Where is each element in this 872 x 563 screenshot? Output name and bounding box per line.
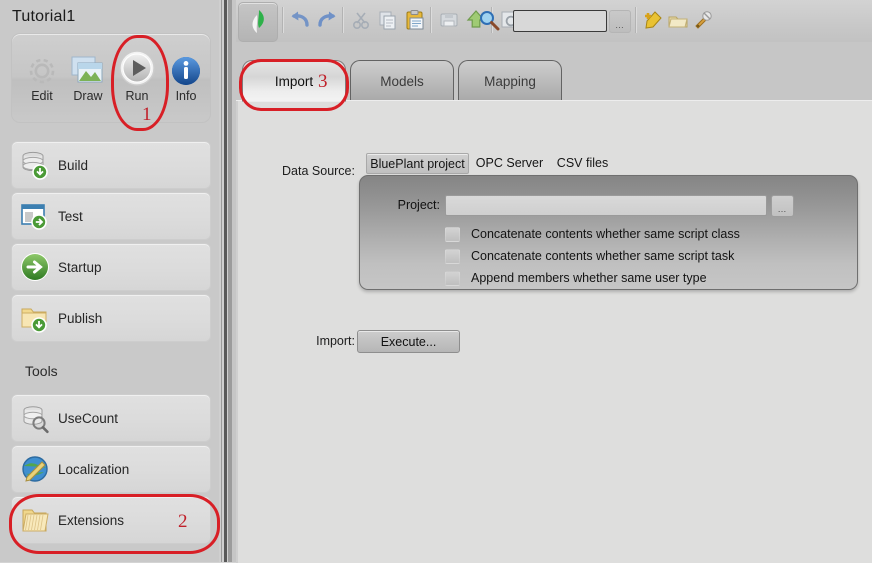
checkbox-append-members[interactable] — [445, 270, 460, 286]
database-search-icon — [12, 402, 58, 434]
app-window: Tutorial1 Edit Draw Run Info Build Test … — [0, 0, 872, 563]
annotation-number-2: 2 — [178, 511, 188, 532]
segment-label: CSV files — [556, 155, 609, 170]
annotation-number-3: 3 — [318, 71, 328, 92]
tab-label: Mapping — [484, 73, 536, 89]
search-input[interactable] — [513, 10, 607, 32]
checkbox-concat-script-task[interactable] — [445, 248, 460, 264]
main-area: … Models Mapping Import Data Source: Blu… — [236, 0, 872, 563]
tab-import[interactable]: Import — [242, 60, 346, 102]
more-options-button[interactable]: … — [609, 10, 631, 33]
sidebar-item-test[interactable]: Test — [11, 192, 211, 240]
data-source-label: Data Source: — [282, 164, 355, 178]
import-panel: Data Source: BluePlant project OPC Serve… — [236, 100, 872, 563]
sidebar-splitter[interactable] — [219, 0, 236, 562]
mode-button-edit[interactable]: Edit — [18, 40, 66, 116]
database-download-icon — [12, 149, 58, 181]
splitter-line — [221, 0, 222, 562]
sidebar-item-build[interactable]: Build — [11, 141, 211, 189]
redo-icon[interactable] — [315, 8, 339, 32]
import-label: Import: — [316, 334, 355, 348]
info-icon — [162, 40, 210, 88]
datasource-option-opcserver[interactable]: OPC Server — [471, 153, 548, 172]
tools-icon[interactable] — [691, 8, 715, 32]
execute-button[interactable]: Execute... — [357, 330, 460, 353]
project-title: Tutorial1 — [12, 8, 76, 25]
cut-icon — [349, 8, 373, 32]
checkbox-row[interactable]: Append members whether same user type — [445, 270, 707, 286]
sidebar-item-label: Localization — [58, 461, 130, 477]
copy-icon — [376, 8, 400, 32]
mode-panel: Edit Draw Run Info — [11, 33, 211, 123]
checkbox-concat-script-class[interactable] — [445, 226, 460, 242]
sidebar-item-label: UseCount — [58, 410, 119, 426]
segment-label: BluePlant project — [370, 156, 465, 171]
green-arrow-icon — [12, 251, 58, 283]
folder-download-icon — [12, 302, 58, 334]
sidebar-item-label: Publish — [58, 310, 103, 326]
annotation-number-1: 1 — [142, 104, 152, 125]
window-run-icon — [12, 200, 58, 232]
tab-label: Import — [274, 73, 314, 89]
sidebar-item-label: Extensions — [58, 512, 125, 528]
sidebar-item-localization[interactable]: Localization — [11, 445, 211, 493]
play-icon — [113, 40, 161, 88]
tab-mapping[interactable]: Mapping — [458, 60, 562, 101]
bluplant-logo-icon[interactable] — [238, 2, 278, 42]
search-icon[interactable] — [477, 8, 501, 32]
checkbox-label: Append members whether same user type — [471, 271, 707, 285]
checkbox-label: Concatenate contents whether same script… — [471, 249, 735, 263]
sidebar-item-usecount[interactable]: UseCount — [11, 394, 211, 442]
globe-pencil-icon — [12, 454, 58, 484]
tab-label: Models — [380, 73, 424, 89]
mode-label: Draw — [73, 89, 103, 103]
mode-button-info[interactable]: Info — [162, 40, 210, 116]
checkbox-label: Concatenate contents whether same script… — [471, 227, 740, 241]
datasource-option-csvfiles[interactable]: CSV files — [550, 153, 615, 172]
tab-models[interactable]: Models — [350, 60, 454, 101]
images-icon — [64, 40, 112, 88]
mode-button-draw[interactable]: Draw — [64, 40, 112, 116]
mode-button-run[interactable]: Run — [113, 40, 161, 116]
folder-icon — [12, 504, 58, 536]
mode-label: Info — [175, 89, 197, 103]
tab-strip: Models Mapping Import — [236, 42, 872, 104]
datasource-groupbox: Project: … Concatenate contents whether … — [359, 175, 858, 290]
sidebar-item-label: Startup — [58, 259, 102, 275]
paste-icon[interactable] — [403, 8, 427, 32]
sidebar-item-startup[interactable]: Startup — [11, 243, 211, 291]
checkbox-row[interactable]: Concatenate contents whether same script… — [445, 226, 740, 242]
left-sidebar: Tutorial1 Edit Draw Run Info Build Test … — [0, 0, 219, 562]
splitter-line — [224, 0, 227, 562]
undo-icon[interactable] — [288, 8, 312, 32]
checkbox-row[interactable]: Concatenate contents whether same script… — [445, 248, 734, 264]
sidebar-item-label: Build — [58, 157, 89, 173]
mode-label: Edit — [31, 89, 53, 103]
toolbar: … — [236, 0, 872, 42]
sidebar-item-label: Test — [58, 208, 83, 224]
save-icon — [437, 8, 461, 32]
datasource-option-blueplant[interactable]: BluePlant project — [366, 153, 469, 174]
project-input[interactable] — [445, 195, 767, 216]
tools-header: Tools — [25, 363, 58, 379]
project-label: Project: — [397, 198, 440, 212]
folder-tag-icon[interactable] — [666, 8, 690, 32]
gear-icon — [18, 40, 66, 88]
project-browse-button[interactable]: … — [771, 195, 794, 217]
mode-label: Run — [125, 89, 149, 103]
add-tag-icon[interactable] — [641, 8, 665, 32]
segment-label: OPC Server — [475, 155, 544, 170]
sidebar-item-publish[interactable]: Publish — [11, 294, 211, 342]
